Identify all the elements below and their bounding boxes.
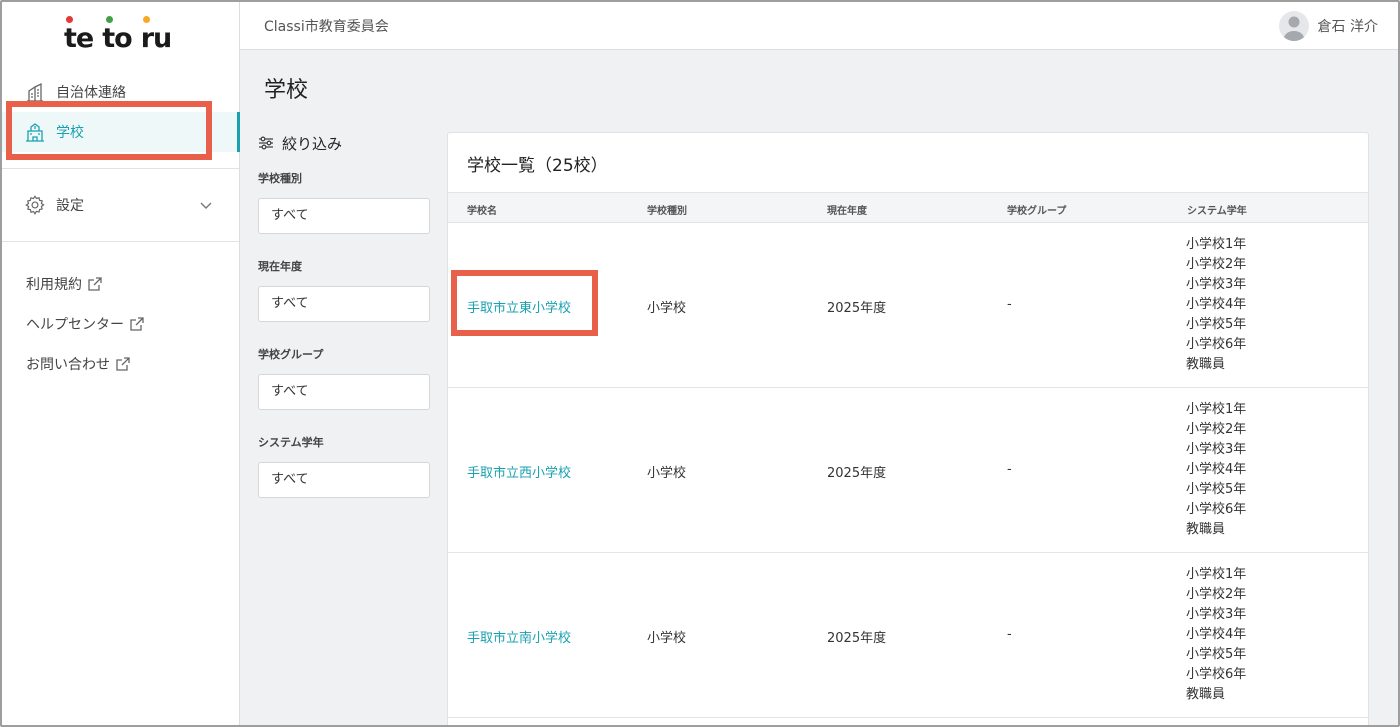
link-label: お問い合わせ xyxy=(26,357,110,373)
grade-item: 小学校1年 xyxy=(1186,237,1247,252)
help-center-link[interactable]: ヘルプセンター xyxy=(26,304,144,344)
system-grade-list: 小学校1年 小学校2年 小学校3年 小学校4年 小学校5年 小学校6年 教職員 xyxy=(1186,235,1246,375)
grade-item: 小学校4年 xyxy=(1186,462,1247,477)
logo-part-te: te xyxy=(64,16,94,54)
grade-item: 小学校4年 xyxy=(1186,297,1247,312)
school-icon xyxy=(24,121,46,143)
filter-panel: 絞り込み 学校種別 すべて 現在年度 すべて 学校グループ すべて システム学年… xyxy=(258,130,430,522)
sidebar-item-label: 設定 xyxy=(56,198,84,214)
school-name-link[interactable]: 手取市立東小学校 xyxy=(467,297,571,316)
filter-title: 絞り込み xyxy=(282,134,343,153)
school-group-select[interactable]: すべて xyxy=(258,374,430,410)
sidebar-item-school[interactable]: 学校 xyxy=(2,112,240,152)
system-grade-list: 小学校1年 小学校2年 小学校3年 小学校4年 小学校5年 小学校6年 教職員 xyxy=(1186,565,1246,705)
grade-item: 小学校1年 xyxy=(1186,567,1247,582)
grade-item: 小学校3年 xyxy=(1186,277,1247,292)
school-type-cell: 小学校 xyxy=(647,301,687,316)
filter-label-system-grade: システム学年 xyxy=(258,436,324,449)
logo-dot-yellow xyxy=(142,16,150,23)
column-header-current-year[interactable]: 現在年度 xyxy=(827,202,867,217)
logo-text-ru: ru xyxy=(140,23,173,54)
school-name-link[interactable]: 手取市立西小学校 xyxy=(467,462,571,481)
column-header-school-type[interactable]: 学校種別 xyxy=(647,202,687,217)
system-grade-select[interactable]: すべて xyxy=(258,462,430,498)
column-header-school-group[interactable]: 学校グループ xyxy=(1007,202,1066,217)
contact-link[interactable]: お問い合わせ xyxy=(26,344,144,384)
link-label: 利用規約 xyxy=(26,277,82,293)
grade-item: 小学校2年 xyxy=(1186,587,1247,602)
grade-item: 小学校6年 xyxy=(1186,502,1247,517)
filter-label-school-group: 学校グループ xyxy=(258,348,324,361)
user-menu[interactable]: 倉石 洋介 xyxy=(1278,11,1378,41)
current-year-cell: 2025年度 xyxy=(827,631,887,646)
school-type-select[interactable]: すべて xyxy=(258,198,430,234)
grade-item: 教職員 xyxy=(1186,522,1226,537)
sidebar-item-label: 自治体連絡 xyxy=(56,85,126,101)
grade-item: 小学校3年 xyxy=(1186,607,1247,622)
tetoru-logo[interactable]: te to ru xyxy=(64,14,184,54)
org-name: Classi市教育委員会 xyxy=(264,19,389,35)
filter-label-current-year: 現在年度 xyxy=(258,260,302,273)
grade-item: 小学校6年 xyxy=(1186,667,1247,682)
table-row: 手取市立南小学校 小学校 2025年度 - 小学校1年 小学校2年 小学校3年 … xyxy=(448,553,1368,718)
school-group-cell: - xyxy=(1007,627,1012,642)
filter-header: 絞り込み xyxy=(258,130,430,156)
current-year-cell: 2025年度 xyxy=(827,301,887,316)
current-year-select[interactable]: すべて xyxy=(258,286,430,322)
filter-label-school-type: 学校種別 xyxy=(258,172,302,185)
grade-item: 教職員 xyxy=(1186,357,1226,372)
column-header-system-grade[interactable]: システム学年 xyxy=(1187,202,1247,217)
school-name-link[interactable]: 手取市立南小学校 xyxy=(467,627,571,646)
avatar xyxy=(1278,11,1309,41)
sliders-icon xyxy=(258,135,274,151)
logo-text-te: te xyxy=(64,23,94,54)
school-list-card: 学校一覧（25校） 学校名 学校種別 現在年度 学校グループ システム学年 手取… xyxy=(447,132,1369,725)
footer-links: 利用規約 ヘルプセンター お問い合わせ xyxy=(26,264,144,384)
grade-item: 小学校1年 xyxy=(1186,402,1247,417)
table-row: 手取市立西小学校 小学校 2025年度 - 小学校1年 小学校2年 小学校3年 … xyxy=(448,388,1368,553)
gear-icon xyxy=(24,194,46,216)
grade-item: 小学校2年 xyxy=(1186,422,1247,437)
grade-item: 小学校4年 xyxy=(1186,627,1247,642)
grade-item: 小学校3年 xyxy=(1186,442,1247,457)
logo-dot-red xyxy=(66,16,73,23)
top-header: Classi市教育委員会 倉石 洋介 xyxy=(240,2,1398,50)
school-type-cell: 小学校 xyxy=(647,631,687,646)
divider xyxy=(2,241,239,242)
link-label: ヘルプセンター xyxy=(26,317,124,333)
list-title: 学校一覧（25校） xyxy=(467,156,608,176)
logo-part-ru: ru xyxy=(140,16,173,54)
terms-link[interactable]: 利用規約 xyxy=(26,264,144,304)
sidebar-item-municipal-contact[interactable]: 自治体連絡 xyxy=(2,72,239,112)
page-title: 学校 xyxy=(264,78,309,103)
grade-item: 小学校2年 xyxy=(1186,257,1247,272)
grade-item: 小学校6年 xyxy=(1186,337,1247,352)
app-window: te to ru 自治体連絡 学校 設定 利用規約 ヘルプセンター お問い合わせ… xyxy=(0,0,1400,727)
column-header-school-name[interactable]: 学校名 xyxy=(467,202,497,217)
school-group-cell: - xyxy=(1007,297,1012,312)
main-nav: 自治体連絡 学校 設定 xyxy=(2,72,240,242)
grade-item: 小学校5年 xyxy=(1186,647,1247,662)
table-row: 手取市立東小学校 小学校 2025年度 - 小学校1年 小学校2年 小学校3年 … xyxy=(448,223,1368,388)
external-link-icon xyxy=(130,317,144,331)
sidebar-item-settings[interactable]: 設定 xyxy=(2,169,239,241)
system-grade-list: 小学校1年 小学校2年 小学校3年 小学校4年 小学校5年 小学校6年 教職員 xyxy=(1186,400,1246,540)
current-year-cell: 2025年度 xyxy=(827,466,887,481)
logo-dot-green xyxy=(106,16,114,23)
logo-text-to: to xyxy=(102,23,132,54)
external-link-icon xyxy=(88,277,102,291)
grade-item: 小学校5年 xyxy=(1186,317,1247,332)
building-icon xyxy=(24,81,46,103)
chevron-down-icon[interactable] xyxy=(199,198,213,216)
sidebar: te to ru 自治体連絡 学校 設定 利用規約 ヘルプセンター お問い合わせ xyxy=(2,2,240,725)
grade-item: 教職員 xyxy=(1186,687,1226,702)
school-type-cell: 小学校 xyxy=(647,466,687,481)
user-name: 倉石 洋介 xyxy=(1317,19,1378,35)
external-link-icon xyxy=(116,357,130,371)
table-header: 学校名 学校種別 現在年度 学校グループ システム学年 xyxy=(448,192,1368,223)
logo-part-to: to xyxy=(102,16,133,54)
sidebar-item-label: 学校 xyxy=(56,125,84,141)
school-group-cell: - xyxy=(1007,462,1012,477)
grade-item: 小学校5年 xyxy=(1186,482,1247,497)
